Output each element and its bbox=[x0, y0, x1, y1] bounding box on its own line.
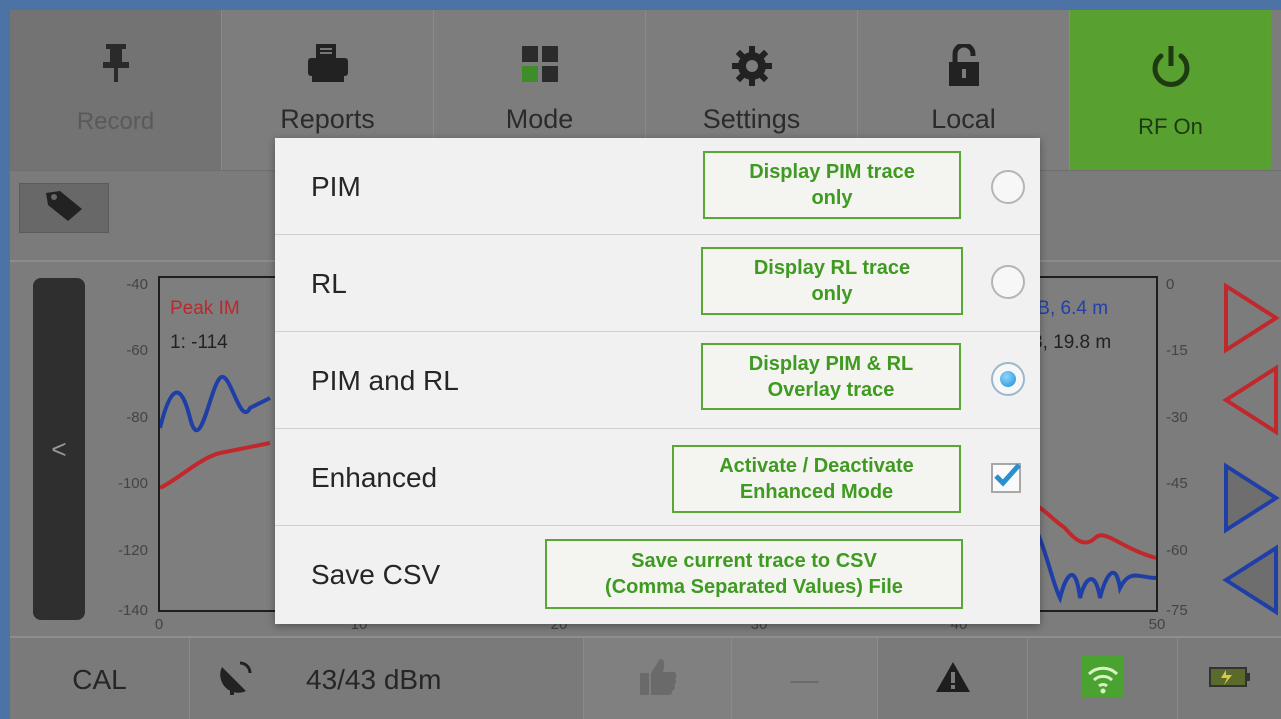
rl-trace bbox=[160, 374, 271, 433]
pim-trace bbox=[160, 441, 271, 490]
option-label: Save CSV bbox=[311, 559, 441, 590]
pin-icon bbox=[100, 44, 132, 84]
option-enhanced[interactable]: Enhanced Activate / Deactivate Enhanced … bbox=[275, 429, 1040, 526]
pim-trace-right bbox=[1019, 496, 1156, 560]
y-left-tick: -100 bbox=[117, 475, 148, 492]
cal-button[interactable]: CAL bbox=[10, 638, 190, 719]
y-left-tick: -80 bbox=[126, 409, 148, 426]
local-label: Local bbox=[931, 104, 996, 134]
annotation-callout: Save current trace to CSV (Comma Separat… bbox=[545, 539, 963, 609]
marker-right-readout-1: IB, 6.4 m bbox=[1032, 298, 1109, 319]
power-level: 43/43 dBm bbox=[306, 663, 442, 695]
y-right-tick: -30 bbox=[1166, 409, 1188, 426]
reports-label: Reports bbox=[280, 104, 375, 134]
gear-icon bbox=[730, 44, 774, 88]
cal-label: CAL bbox=[72, 663, 127, 695]
tag-button[interactable] bbox=[19, 183, 109, 233]
option-pim-and-rl[interactable]: PIM and RL Display PIM & RL Overlay trac… bbox=[275, 332, 1040, 429]
tag-icon bbox=[44, 189, 84, 228]
pim-marker-left-arrow bbox=[1222, 364, 1278, 436]
y-left-tick: -120 bbox=[117, 542, 148, 559]
y-right-tick: -60 bbox=[1166, 542, 1188, 559]
option-label: Enhanced bbox=[311, 462, 438, 493]
checkmark-icon bbox=[994, 463, 1021, 487]
y-left-tick: -40 bbox=[126, 276, 148, 293]
satellite-dish-icon bbox=[216, 657, 256, 702]
unlock-icon bbox=[947, 44, 981, 88]
rl-trace-right bbox=[1018, 506, 1156, 604]
settings-label: Settings bbox=[702, 104, 801, 134]
pim-marker-right-arrow bbox=[1224, 282, 1280, 354]
rf-on-button[interactable]: RF On bbox=[1070, 10, 1271, 170]
thumbs-up-button[interactable] bbox=[584, 638, 732, 719]
power-icon bbox=[1149, 44, 1193, 90]
marker-right-readout-2: 3, 19.8 m bbox=[1032, 332, 1112, 353]
warning-icon bbox=[934, 660, 972, 699]
trace-mode-dialog: PIM Display PIM trace only RL Display RL… bbox=[275, 138, 1040, 624]
annotation-callout: Display PIM & RL Overlay trace bbox=[701, 343, 961, 410]
alarm-button[interactable] bbox=[878, 638, 1028, 719]
pim-radio[interactable] bbox=[991, 170, 1025, 204]
y-left-tick: -60 bbox=[126, 342, 148, 359]
option-pim[interactable]: PIM Display PIM trace only bbox=[275, 138, 1040, 235]
dash-label: — bbox=[790, 663, 819, 695]
option-label: PIM bbox=[311, 171, 361, 202]
y-right-tick: -15 bbox=[1166, 342, 1188, 359]
annotation-callout: Display RL trace only bbox=[701, 247, 963, 315]
annotation-callout: Display PIM trace only bbox=[703, 151, 961, 219]
record-label: Record bbox=[76, 108, 155, 135]
marker-left-readout: 1: -114 bbox=[170, 332, 228, 353]
power-readout[interactable]: 43/43 dBm bbox=[190, 638, 584, 719]
chevron-left-icon: < bbox=[51, 433, 67, 464]
annotation-callout: Activate / Deactivate Enhanced Mode bbox=[672, 445, 961, 513]
printer-icon bbox=[306, 44, 350, 84]
option-label: PIM and RL bbox=[311, 365, 459, 396]
battery-indicator bbox=[1178, 638, 1281, 719]
marker-arrows bbox=[1222, 282, 1280, 616]
mode-label: Mode bbox=[505, 104, 574, 134]
rf-on-label: RF On bbox=[1138, 114, 1203, 139]
y-right-tick: -45 bbox=[1166, 475, 1188, 492]
x-tick: 50 bbox=[1148, 616, 1166, 633]
status-bar: CAL 43/43 dBm — bbox=[10, 636, 1281, 719]
wifi-button[interactable] bbox=[1028, 638, 1178, 719]
option-label: RL bbox=[311, 268, 347, 299]
wifi-icon bbox=[1081, 656, 1124, 703]
rl-radio[interactable] bbox=[991, 265, 1025, 299]
record-button[interactable]: Record bbox=[10, 10, 222, 170]
enhanced-checkbox[interactable] bbox=[991, 463, 1021, 493]
thumbs-up-icon bbox=[638, 657, 678, 702]
grid-icon bbox=[520, 44, 560, 84]
option-rl[interactable]: RL Display RL trace only bbox=[275, 235, 1040, 332]
app-window: Record Reports Mode Settings Local RF On… bbox=[10, 10, 1281, 719]
rl-marker-left-arrow bbox=[1222, 544, 1278, 616]
collapse-panel-button[interactable]: < bbox=[33, 278, 85, 620]
rl-marker-right-arrow bbox=[1224, 462, 1280, 534]
x-tick: 0 bbox=[154, 616, 164, 633]
dash-indicator: — bbox=[732, 638, 878, 719]
option-save-csv[interactable]: Save CSV Save current trace to CSV (Comm… bbox=[275, 526, 1040, 623]
battery-icon bbox=[1208, 665, 1252, 694]
pim-and-rl-radio[interactable] bbox=[991, 362, 1025, 396]
y-right-tick: 0 bbox=[1166, 276, 1175, 293]
peak-label: Peak IM bbox=[170, 298, 240, 319]
y-left-tick: -140 bbox=[117, 602, 148, 619]
